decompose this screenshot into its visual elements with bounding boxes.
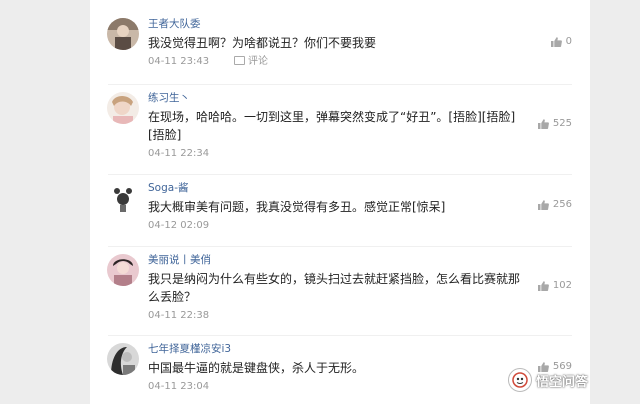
comment-text: 在现场，哈哈哈。一切到这里，弹幕突然变成了“好丑”。[捂脸][捂脸][捂脸] xyxy=(148,110,516,142)
like-button[interactable]: 102 xyxy=(537,280,572,292)
avatar[interactable] xyxy=(107,182,139,214)
comment-meta: 04-12 02:09 xyxy=(148,220,209,232)
reply-label: 评论 xyxy=(248,56,268,67)
comment-text: 中国最牛逼的就是键盘侠，杀人于无形。 xyxy=(148,361,365,375)
comment-time: 04-12 02:09 xyxy=(148,220,210,231)
thumbs-up-icon xyxy=(537,119,549,129)
comment-username[interactable]: 练习生丶 xyxy=(148,92,190,105)
wukong-watermark: 悟空问答 xyxy=(508,368,588,392)
wukong-logo-icon xyxy=(508,368,532,392)
like-count: 0 xyxy=(565,36,572,47)
like-button[interactable]: 525 xyxy=(537,118,572,130)
comment-username[interactable]: 美丽说丨美俏 xyxy=(148,254,211,267)
thumbs-up-icon xyxy=(537,281,549,291)
comment-time: 04-11 22:38 xyxy=(148,310,210,321)
comment-meta: 04-11 23:43 评论 xyxy=(148,56,268,68)
avatar[interactable] xyxy=(107,92,139,124)
comment-meta: 04-11 22:38 xyxy=(148,310,209,322)
comment-bubble-icon xyxy=(234,56,245,65)
like-count: 102 xyxy=(552,280,572,291)
like-count: 256 xyxy=(552,199,572,210)
like-button[interactable]: 256 xyxy=(537,199,572,211)
comment-text: 我大概审美有问题，我真没觉得有多丑。感觉正常[惊呆] xyxy=(148,200,446,214)
avatar[interactable] xyxy=(107,18,139,50)
like-count: 525 xyxy=(552,118,572,129)
comment-time: 04-11 22:34 xyxy=(148,148,210,159)
comment-username[interactable]: 王者大队委 xyxy=(148,18,201,31)
comment-meta: 04-11 22:34 xyxy=(148,148,209,160)
comment-username[interactable]: Soga-酱 xyxy=(148,182,188,195)
comment-text: 我只是纳闷为什么有些女的，镜头扫过去就赶紧挡脸，怎么看比赛就那么丢脸？ xyxy=(148,272,521,304)
comment-time: 04-11 23:43 xyxy=(148,56,210,67)
comment-text: 我没觉得丑啊？为啥都说丑？你们不要我要 xyxy=(148,36,377,50)
comment-username[interactable]: 七年择夏槿凉安i3 xyxy=(148,343,231,356)
avatar[interactable] xyxy=(107,343,139,375)
reply-button[interactable]: 评论 xyxy=(234,56,268,68)
comment-meta: 04-11 23:04 xyxy=(148,381,209,393)
thumbs-up-icon xyxy=(537,200,549,210)
like-button[interactable]: 0 xyxy=(550,36,572,48)
watermark-text: 悟空问答 xyxy=(536,374,589,390)
thumbs-up-icon xyxy=(550,37,562,47)
avatar[interactable] xyxy=(107,254,139,286)
comment-panel: 王者大队委 我没觉得丑啊？为啥都说丑？你们不要我要 04-11 23:43 评论… xyxy=(90,0,590,404)
comment-time: 04-11 23:04 xyxy=(148,381,210,392)
